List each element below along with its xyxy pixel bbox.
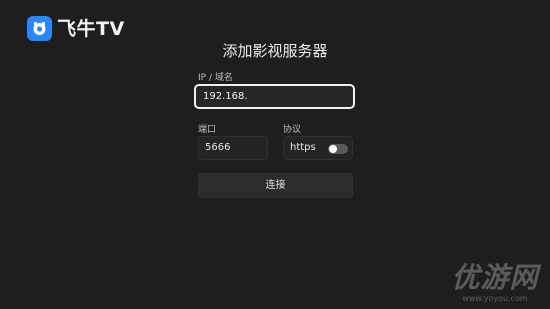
page-title: 添加影视服务器 bbox=[222, 42, 328, 60]
host-label: IP / 域名 bbox=[198, 73, 233, 83]
protocol-selector[interactable]: https bbox=[283, 136, 353, 160]
watermark-url: www.yoyou.com bbox=[462, 294, 528, 303]
host-input[interactable]: 192.168. bbox=[194, 84, 355, 109]
https-toggle[interactable] bbox=[328, 144, 348, 154]
protocol-value: https bbox=[290, 142, 316, 153]
connect-button[interactable]: 连接 bbox=[198, 173, 353, 198]
watermark-text: 优游网 bbox=[451, 261, 539, 294]
app-name: 飞牛TV bbox=[57, 18, 125, 40]
port-label: 端口 bbox=[198, 125, 217, 135]
watermark: 优游网 www.yoyou.com bbox=[446, 261, 544, 304]
app-logo-icon bbox=[27, 16, 52, 41]
protocol-label: 协议 bbox=[283, 125, 302, 135]
port-input[interactable]: 5666 bbox=[198, 136, 268, 160]
toggle-knob bbox=[329, 145, 337, 153]
fnos-cow-logo-icon bbox=[33, 22, 46, 35]
